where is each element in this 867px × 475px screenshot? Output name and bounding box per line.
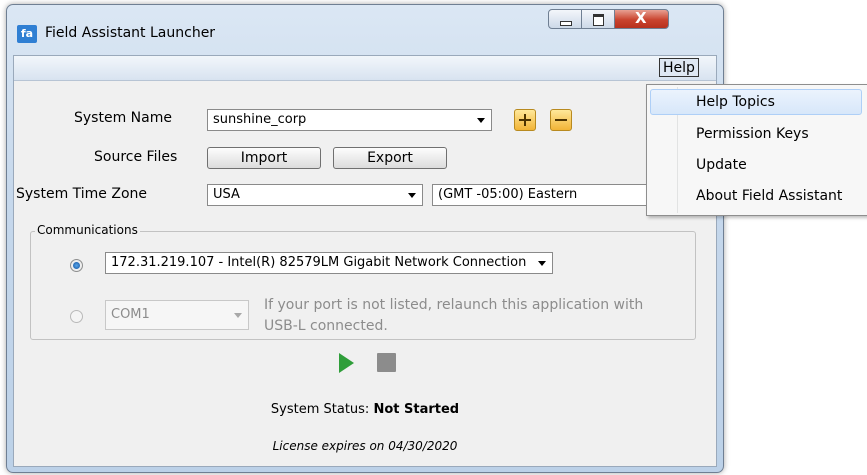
stop-icon[interactable] [377, 353, 396, 372]
export-button[interactable]: Export [333, 147, 447, 169]
network-adapter-value: 172.31.219.107 - Intel(R) 82579LM Gigabi… [111, 255, 527, 270]
system-name-dropdown[interactable]: sunshine_corp [207, 109, 492, 131]
chevron-down-icon [538, 261, 546, 266]
maximize-icon [593, 14, 604, 26]
menu-help[interactable]: Help [659, 58, 699, 77]
chevron-down-icon [477, 118, 485, 123]
source-files-label: Source Files [94, 149, 178, 165]
menu-item-update[interactable]: Update [650, 152, 862, 178]
close-icon: X [635, 9, 647, 27]
import-button[interactable]: Import [207, 147, 321, 169]
app-window: fa Field Assistant Launcher X Help Syste… [6, 4, 724, 473]
time-zone-offset-value: (GMT -05:00) Eastern [438, 187, 578, 202]
menu-item-help-topics[interactable]: Help Topics [650, 89, 862, 115]
maximize-button[interactable] [581, 9, 615, 29]
chevron-down-icon [408, 193, 416, 198]
menu-item-about[interactable]: About Field Assistant [650, 183, 862, 209]
communications-title: Communications [35, 223, 140, 237]
chevron-down-icon [234, 313, 242, 318]
play-icon[interactable] [339, 353, 354, 373]
time-zone-label: System Time Zone [16, 186, 148, 202]
serial-port-value: COM1 [111, 307, 150, 322]
network-radio[interactable] [70, 259, 83, 272]
time-zone-region-dropdown[interactable]: USA [207, 184, 423, 206]
title-bar[interactable]: fa Field Assistant Launcher X [7, 5, 723, 55]
time-zone-offset-dropdown[interactable]: (GMT -05:00) Eastern [432, 184, 662, 206]
system-status-value: Not Started [373, 402, 460, 417]
minimize-button[interactable] [548, 9, 582, 29]
app-icon: fa [17, 25, 37, 43]
window-title: Field Assistant Launcher [45, 25, 216, 41]
system-status-label: System Status: [270, 402, 370, 417]
system-status: System Status: Not Started [14, 402, 716, 417]
network-adapter-dropdown[interactable]: 172.31.219.107 - Intel(R) 82579LM Gigabi… [105, 252, 553, 274]
menu-item-permission-keys[interactable]: Permission Keys [650, 121, 862, 147]
serial-port-dropdown[interactable]: COM1 [105, 300, 249, 330]
system-name-label: System Name [74, 110, 172, 126]
serial-radio[interactable] [70, 310, 83, 323]
menu-bar: Help [14, 56, 716, 81]
minimize-icon [560, 21, 572, 26]
remove-system-button[interactable] [550, 109, 572, 131]
help-dropdown-menu: Help Topics Permission Keys Update About… [646, 84, 867, 216]
serial-port-hint: If your port is not listed, relaunch thi… [264, 297, 644, 334]
system-name-value: sunshine_corp [213, 112, 307, 127]
license-expiry: License expires on 04/30/2020 [272, 439, 458, 453]
add-system-button[interactable] [514, 109, 536, 131]
close-button[interactable]: X [614, 9, 669, 29]
time-zone-region-value: USA [213, 187, 240, 202]
window-client-area: Help System Name sunshine_corp Source Fi… [13, 55, 717, 467]
